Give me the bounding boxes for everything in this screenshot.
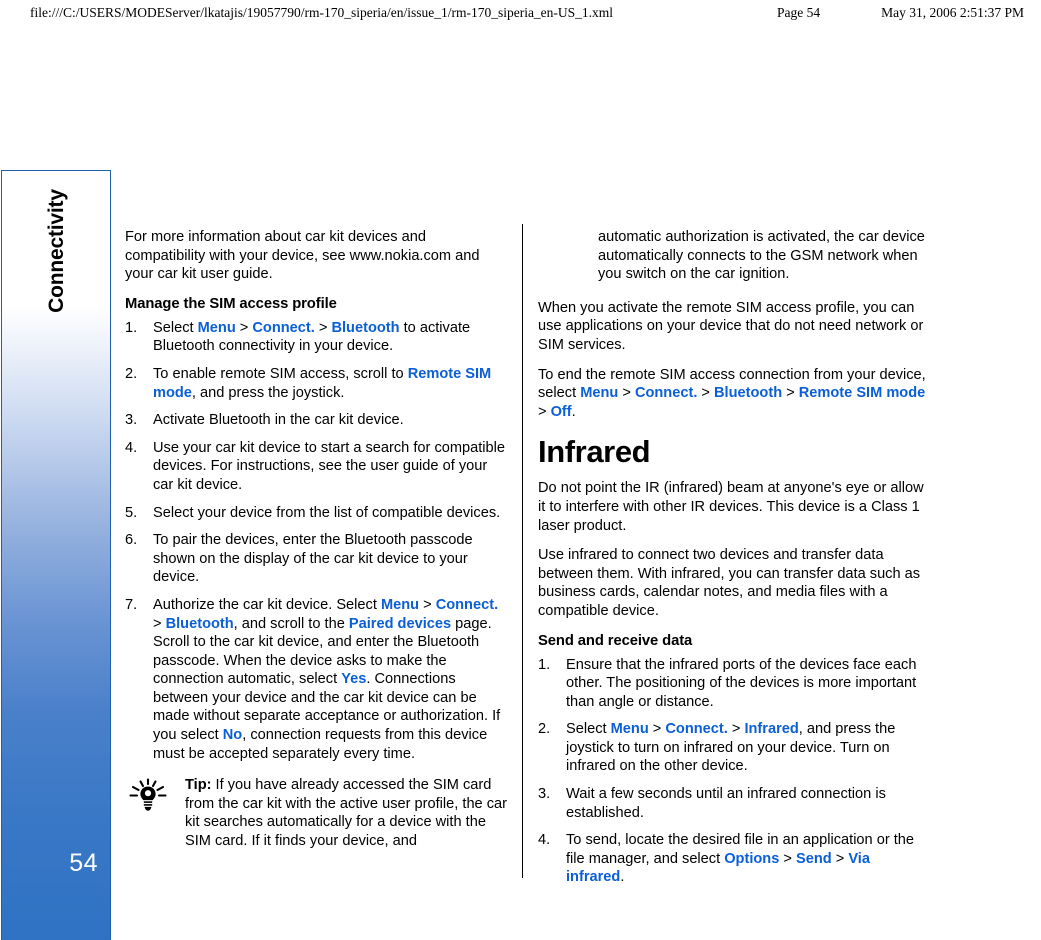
section-heading-send-receive: Send and receive data bbox=[538, 632, 693, 649]
tip-block: Tip: If you have already accessed the SI… bbox=[125, 776, 510, 850]
chapter-heading-infrared: Infrared bbox=[538, 434, 651, 470]
ui-term: Off bbox=[550, 403, 572, 420]
infrared-warning-paragraph: Do not point the IR (infrared) beam at a… bbox=[538, 480, 924, 534]
list-item: To send, locate the desired file in an a… bbox=[538, 831, 931, 887]
ui-term: Send bbox=[795, 850, 832, 867]
ui-separator: > bbox=[782, 385, 799, 402]
text-run: To enable remote SIM access, scroll to bbox=[153, 365, 408, 382]
ui-term: Menu bbox=[580, 385, 619, 402]
tip-body: If you have already accessed the SIM car… bbox=[185, 777, 508, 850]
ui-term: Bluetooth bbox=[714, 385, 783, 402]
ui-term: Connect. bbox=[634, 385, 698, 402]
remote-sim-activate-paragraph: When you activate the remote SIM access … bbox=[538, 299, 924, 353]
ui-separator: > bbox=[779, 850, 796, 867]
text-run: Ensure that the infrared ports of the de… bbox=[566, 656, 917, 710]
print-header-date: May 31, 2006 2:51:37 PM bbox=[881, 5, 1024, 20]
intro-paragraph: For more information about car kit devic… bbox=[125, 229, 480, 283]
print-header: file:///C:/USERS/MODEServer/lkatajis/190… bbox=[0, 0, 1041, 26]
infrared-use-paragraph: Use infrared to connect two devices and … bbox=[538, 547, 921, 619]
ui-separator: > bbox=[235, 319, 253, 336]
text-run: , and scroll to the bbox=[233, 615, 349, 632]
list-item: Ensure that the infrared ports of the de… bbox=[538, 656, 931, 712]
tip-continuation-paragraph: automatic authorization is activated, th… bbox=[598, 229, 925, 283]
column-divider bbox=[522, 224, 523, 878]
ui-term: Yes bbox=[341, 671, 367, 688]
chapter-name: Connectivity bbox=[45, 189, 68, 313]
list-item: Authorize the car kit device. Select Men… bbox=[125, 596, 510, 763]
left-column: For more information about car kit devic… bbox=[125, 228, 510, 862]
tip-label: Tip: bbox=[185, 777, 212, 794]
ui-separator: > bbox=[697, 385, 715, 402]
ui-term: Menu bbox=[197, 319, 236, 336]
ui-term: Paired devices bbox=[348, 615, 452, 632]
text-run: Wait a few seconds until an infrared con… bbox=[566, 786, 886, 821]
ui-term: Menu bbox=[380, 596, 420, 613]
text-run: Activate Bluetooth in the car kit device… bbox=[153, 412, 404, 429]
send-receive-steps: Ensure that the infrared ports of the de… bbox=[538, 656, 931, 888]
ui-term: Connect. bbox=[665, 721, 728, 738]
chapter-sidebar: Connectivity 54 bbox=[1, 170, 111, 940]
ui-term: Bluetooth bbox=[165, 615, 234, 632]
text-run: . bbox=[620, 869, 625, 886]
text-run: . bbox=[571, 403, 576, 420]
ui-term: Infrared bbox=[744, 721, 799, 738]
page-number: 54 bbox=[69, 849, 98, 877]
list-item: To pair the devices, enter the Bluetooth… bbox=[125, 531, 510, 587]
ui-separator: > bbox=[419, 596, 436, 613]
ui-separator: > bbox=[153, 615, 166, 632]
ui-separator: > bbox=[831, 850, 849, 867]
remote-sim-end-paragraph: To end the remote SIM access connection … bbox=[538, 366, 931, 422]
lightbulb-icon bbox=[127, 778, 169, 812]
ui-term: Options bbox=[724, 850, 780, 867]
list-item: Activate Bluetooth in the car kit device… bbox=[125, 411, 510, 430]
ui-term: No bbox=[222, 727, 243, 744]
ui-term: Menu bbox=[610, 721, 649, 738]
list-item: Use your car kit device to start a searc… bbox=[125, 439, 510, 495]
chapter-tab-label: Connectivity bbox=[2, 171, 110, 471]
text-run: Select bbox=[566, 721, 611, 738]
text-run: , and press the joystick. bbox=[191, 384, 345, 401]
print-header-page: Page 54 bbox=[777, 5, 821, 20]
ui-separator: > bbox=[618, 385, 635, 402]
text-run: Authorize the car kit device. Select bbox=[153, 596, 381, 613]
tip-text: Tip: If you have already accessed the SI… bbox=[185, 776, 510, 850]
text-run: Select your device from the list of comp… bbox=[153, 504, 501, 521]
list-item: Select Menu > Connect. > Infrared, and p… bbox=[538, 720, 931, 776]
list-item: Select your device from the list of comp… bbox=[125, 504, 510, 523]
page-content: For more information about car kit devic… bbox=[125, 224, 941, 888]
sim-access-steps: Select Menu > Connect. > Bluetooth to ac… bbox=[125, 319, 510, 763]
list-item: Wait a few seconds until an infrared con… bbox=[538, 785, 931, 822]
list-item: To enable remote SIM access, scroll to R… bbox=[125, 365, 510, 402]
ui-separator: > bbox=[727, 721, 745, 738]
right-column: automatic authorization is activated, th… bbox=[538, 228, 931, 898]
ui-separator: > bbox=[538, 403, 551, 420]
list-item: Select Menu > Connect. > Bluetooth to ac… bbox=[125, 319, 510, 356]
ui-term: Bluetooth bbox=[331, 319, 400, 336]
text-run: Select bbox=[153, 319, 198, 336]
ui-term: Remote SIM mode bbox=[798, 385, 926, 402]
section-heading-sim-access: Manage the SIM access profile bbox=[125, 295, 337, 312]
text-run: Use your car kit device to start a searc… bbox=[153, 439, 506, 493]
ui-term: Connect. bbox=[435, 596, 499, 613]
ui-separator: > bbox=[648, 721, 666, 738]
ui-term: Connect. bbox=[252, 319, 315, 336]
text-run: To pair the devices, enter the Bluetooth… bbox=[153, 532, 473, 586]
ui-separator: > bbox=[314, 319, 332, 336]
print-header-url: file:///C:/USERS/MODEServer/lkatajis/190… bbox=[30, 5, 614, 20]
